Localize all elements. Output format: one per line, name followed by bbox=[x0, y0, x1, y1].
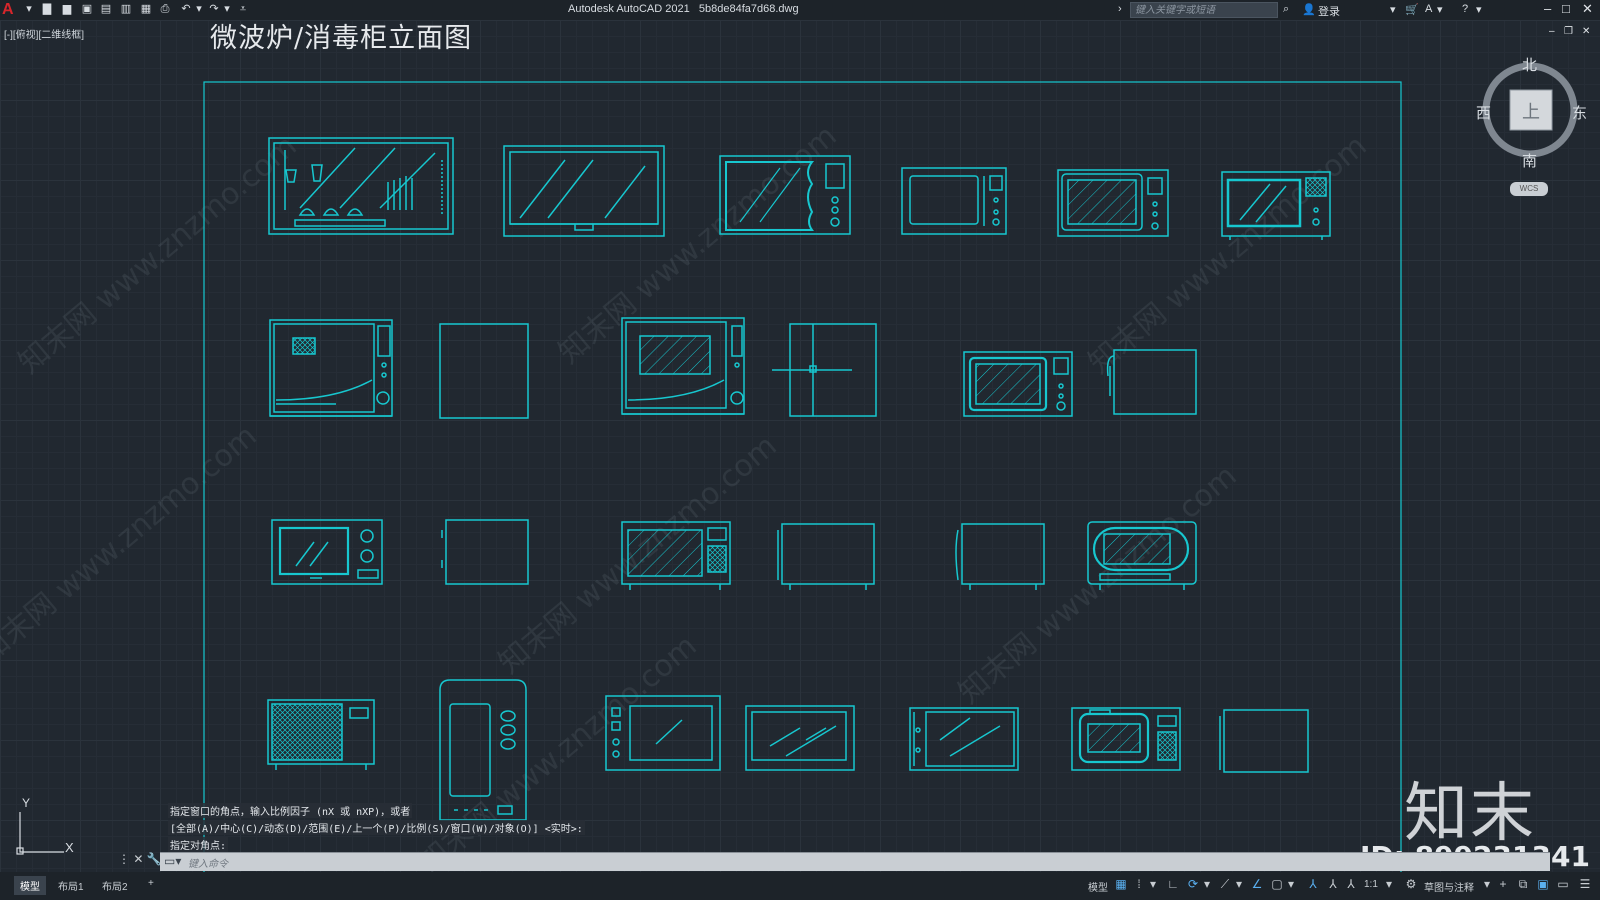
snap-dropdown-icon[interactable]: ▾ bbox=[1146, 877, 1160, 891]
status-bar bbox=[0, 872, 1600, 900]
microwave-8 bbox=[1087, 521, 1197, 590]
close-command-icon[interactable]: ✕ bbox=[133, 852, 143, 866]
command-line[interactable]: ▭▾ 键入命令 bbox=[160, 852, 1550, 871]
ucs-x-label: X bbox=[65, 840, 74, 855]
add-layout-button[interactable]: + bbox=[142, 876, 160, 891]
command-input[interactable]: 键入命令 bbox=[188, 855, 228, 870]
customization-menu-icon[interactable]: ☰ bbox=[1578, 877, 1592, 891]
compass-south[interactable]: 南 bbox=[1522, 150, 1537, 171]
ucs-y-label: Y bbox=[22, 796, 31, 810]
command-history-line: [全部(A)/中心(C)/动态(D)/范围(E)/上一个(P)/比例(S)/窗口… bbox=[168, 820, 585, 835]
object-snap-tracking-icon[interactable]: ∠ bbox=[1250, 877, 1264, 891]
object-snap-dropdown-icon[interactable]: ▾ bbox=[1284, 877, 1298, 891]
object-snap-icon[interactable]: ▢ bbox=[1270, 877, 1284, 891]
ucs-icon bbox=[16, 812, 64, 855]
model-space-toggle[interactable]: 模型 bbox=[1088, 879, 1108, 894]
tab-layout1[interactable]: 布局1 bbox=[52, 876, 90, 895]
snap-icon[interactable]: ⁞ bbox=[1132, 877, 1146, 891]
isodraft-icon[interactable]: ⟋ bbox=[1218, 877, 1232, 891]
microwave-5 bbox=[963, 351, 1073, 417]
ucs-toggle-icon[interactable]: + bbox=[1496, 877, 1510, 891]
appliance-side-3 bbox=[1106, 349, 1197, 415]
command-menu-icon[interactable]: ▭▾ bbox=[164, 854, 181, 868]
built-in-microwave-3 bbox=[909, 707, 1019, 771]
microwave-6 bbox=[271, 519, 383, 585]
workspace-gear-icon[interactable]: ⚙ bbox=[1404, 877, 1418, 891]
compass-east[interactable]: 东 bbox=[1572, 102, 1587, 123]
built-in-microwave-2 bbox=[745, 705, 855, 771]
appliance-side-6 bbox=[955, 523, 1045, 590]
drag-handle-icon[interactable]: ⋮ bbox=[118, 852, 130, 866]
ortho-icon[interactable]: ∟ bbox=[1166, 877, 1180, 891]
appliance-side-2 bbox=[772, 323, 877, 417]
tab-layout2[interactable]: 布局2 bbox=[96, 876, 134, 895]
viewcube-face-label[interactable]: 上 bbox=[1522, 98, 1540, 124]
scale-dropdown-icon[interactable]: ▾ bbox=[1382, 877, 1396, 891]
command-line-icons: ⋮ ✕ 🔧 bbox=[118, 852, 162, 866]
clean-screen-icon[interactable]: ▭ bbox=[1556, 877, 1570, 891]
annotation-visibility-icon[interactable]: ⅄ bbox=[1306, 877, 1320, 891]
steam-oven-2 bbox=[621, 317, 745, 415]
isolate-objects-icon[interactable]: ⧉ bbox=[1516, 877, 1530, 891]
polar-tracking-icon[interactable]: ⟳ bbox=[1186, 877, 1200, 891]
steam-oven-1 bbox=[269, 319, 393, 417]
built-in-microwave-1 bbox=[605, 695, 721, 771]
annotation-scale-icon[interactable]: ⅄ bbox=[1344, 877, 1358, 891]
microwave-grille bbox=[267, 699, 375, 770]
auto-scale-icon[interactable]: ⅄ bbox=[1326, 877, 1340, 891]
appliance-side-1 bbox=[439, 323, 529, 419]
workspace-dropdown-icon[interactable]: ▾ bbox=[1480, 877, 1494, 891]
tall-steam-cabinet bbox=[439, 679, 527, 821]
workspace-switch[interactable]: 草图与注释 bbox=[1424, 879, 1474, 894]
microwave-9 bbox=[1071, 707, 1181, 771]
polar-dropdown-icon[interactable]: ▾ bbox=[1200, 877, 1214, 891]
isodraft-dropdown-icon[interactable]: ▾ bbox=[1232, 877, 1246, 891]
appliance-side-4 bbox=[441, 519, 529, 585]
wcs-menu[interactable]: WCS bbox=[1510, 182, 1548, 196]
appliance-side-7 bbox=[1219, 709, 1309, 773]
microwave-4 bbox=[1221, 171, 1331, 240]
microwave-7 bbox=[621, 521, 731, 590]
tab-model[interactable]: 模型 bbox=[14, 876, 46, 895]
microwave-2 bbox=[901, 167, 1007, 235]
compass-north[interactable]: 北 bbox=[1522, 54, 1537, 75]
grid-icon[interactable]: ▦ bbox=[1114, 877, 1128, 891]
disinfection-cabinet-1 bbox=[268, 137, 454, 235]
disinfection-cabinet-2 bbox=[503, 145, 665, 237]
microwave-1 bbox=[719, 155, 851, 235]
compass-west[interactable]: 西 bbox=[1476, 102, 1491, 123]
annotation-scale-value[interactable]: 1:1 bbox=[1364, 879, 1378, 890]
command-history-line: 指定窗口的角点，输入比例因子 (nX 或 nXP)，或者 bbox=[168, 803, 413, 818]
hardware-acceleration-icon[interactable]: ▣ bbox=[1536, 877, 1550, 891]
microwave-3 bbox=[1057, 169, 1169, 237]
command-history-line: 指定对角点: bbox=[168, 837, 229, 852]
appliance-side-5 bbox=[777, 523, 875, 590]
cad-drawing[interactable] bbox=[0, 0, 1600, 900]
